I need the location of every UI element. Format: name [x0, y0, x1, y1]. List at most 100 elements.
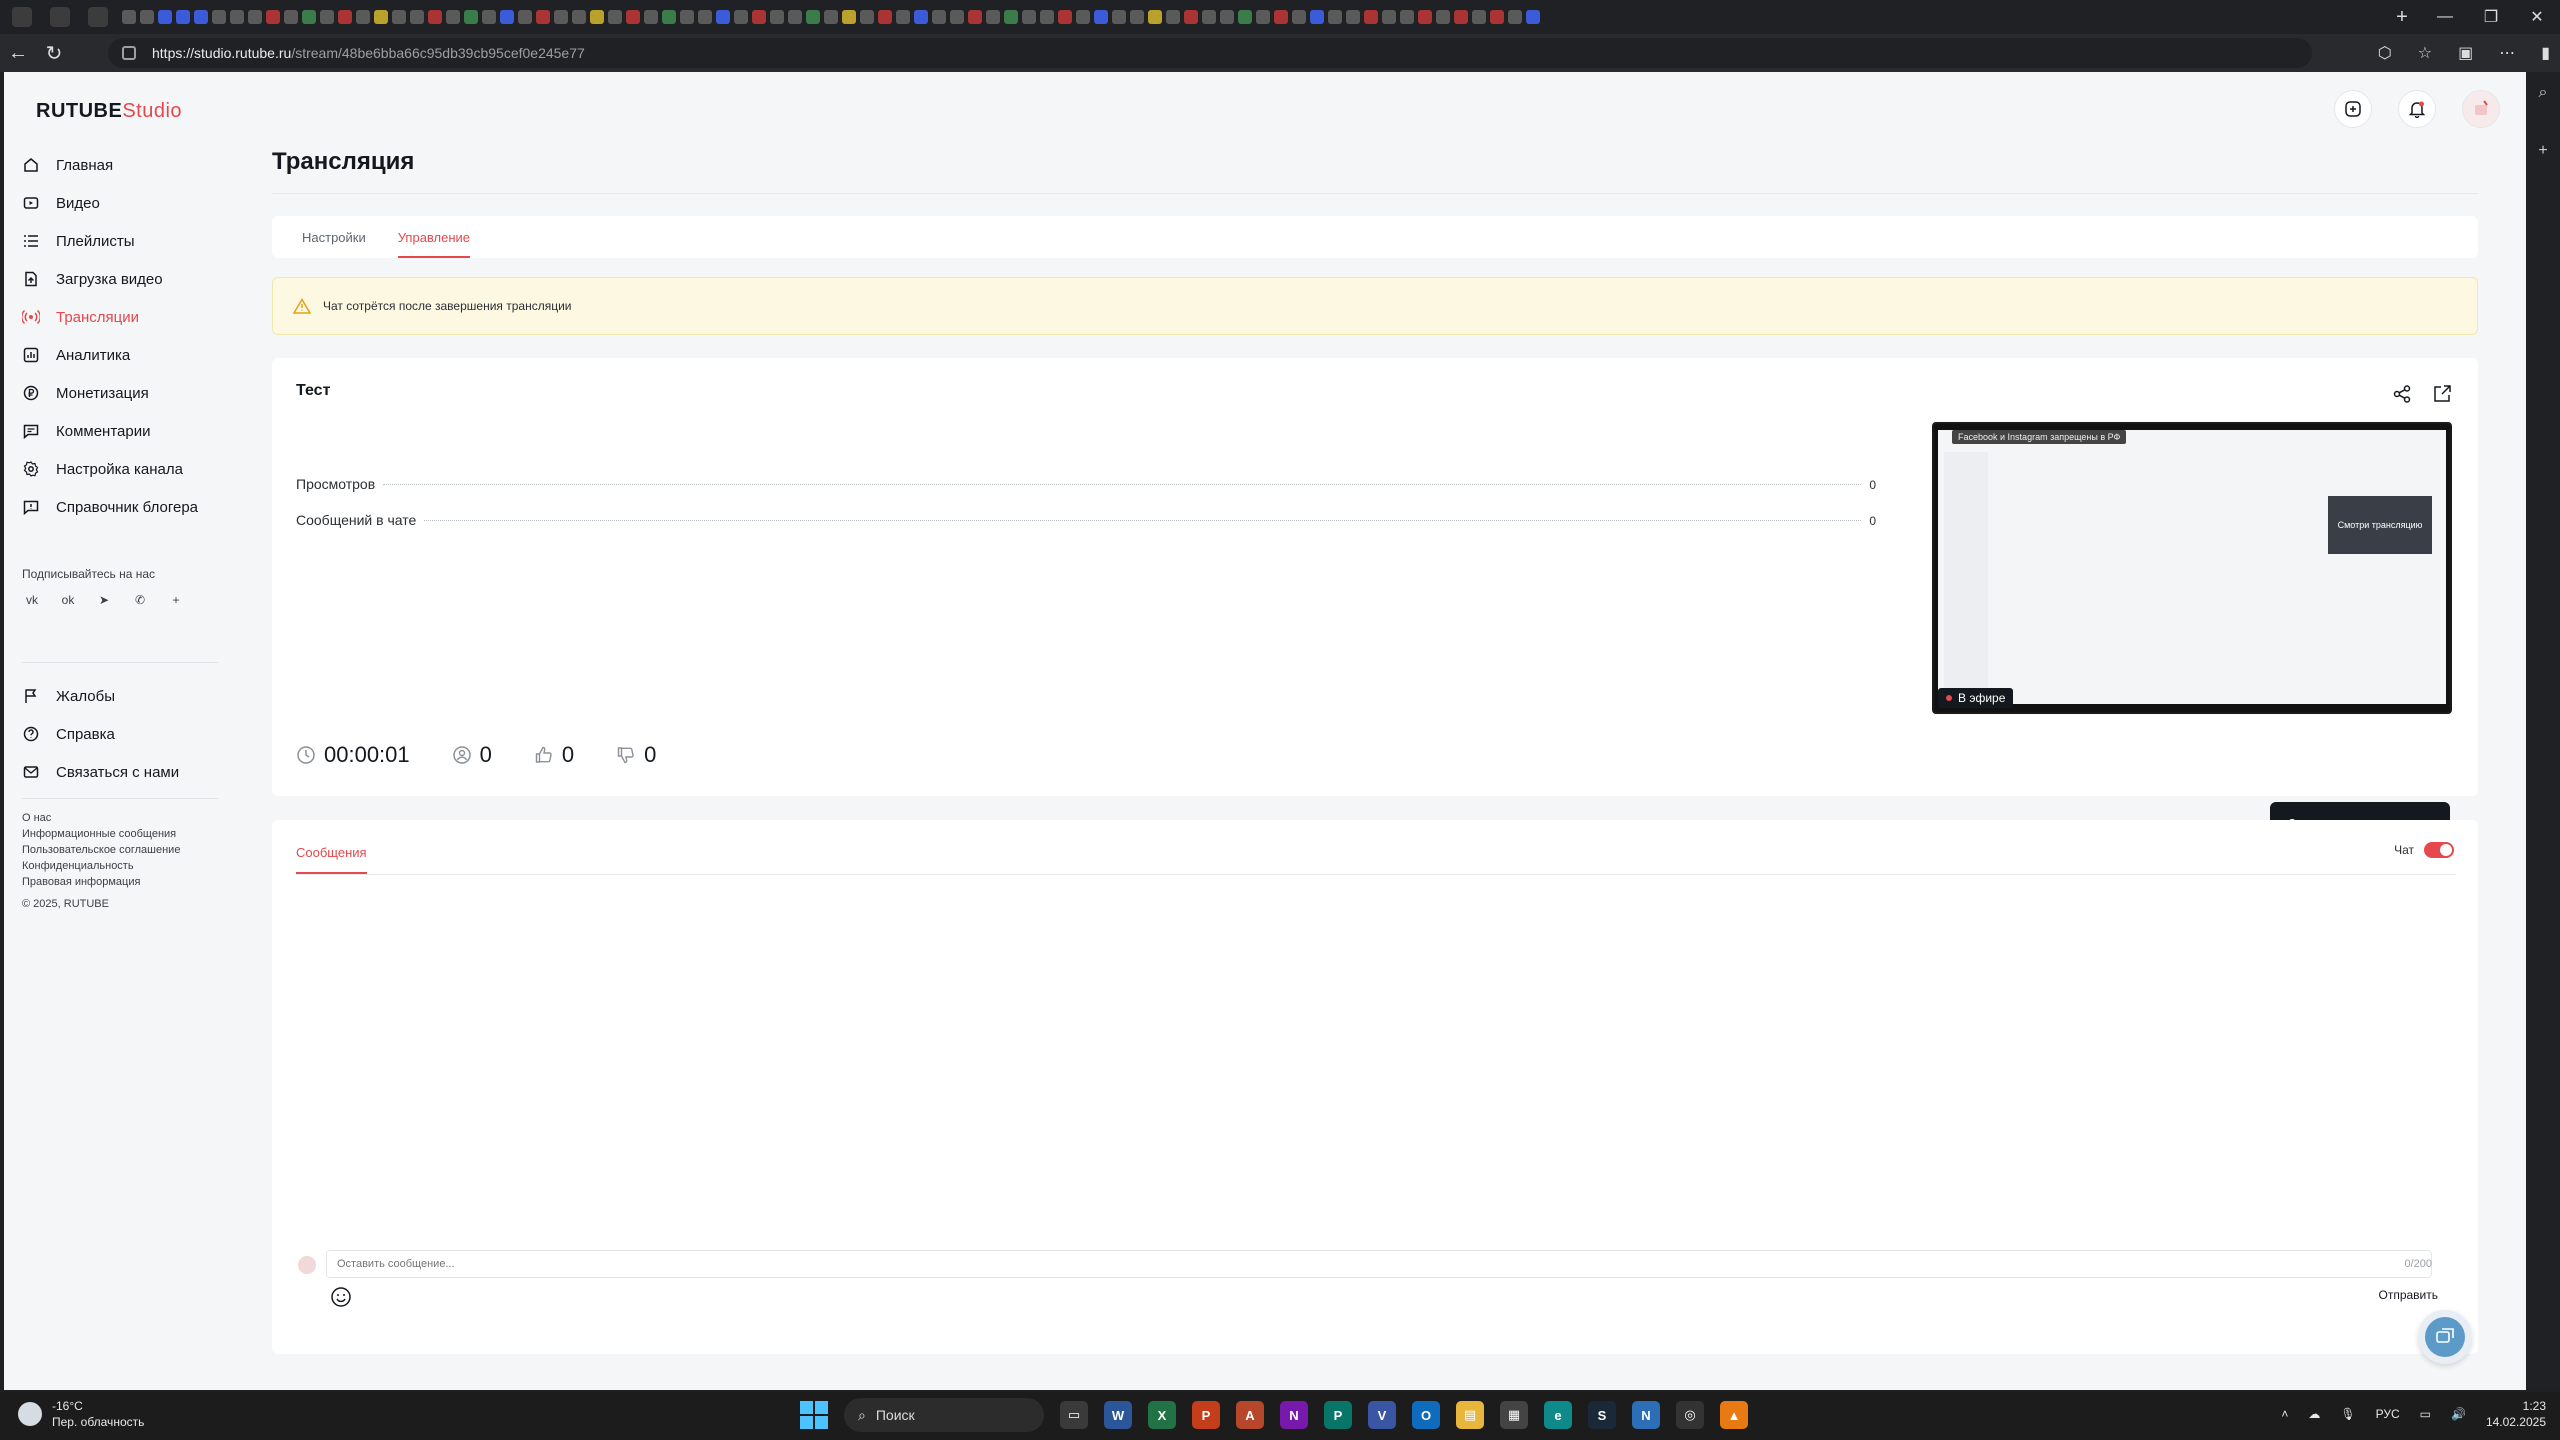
tab[interactable]	[1166, 10, 1180, 24]
tab[interactable]	[518, 10, 532, 24]
tab[interactable]	[554, 10, 568, 24]
tab[interactable]	[1490, 10, 1504, 24]
tab[interactable]	[734, 10, 748, 24]
word-icon[interactable]: W	[1104, 1401, 1132, 1429]
tab[interactable]	[842, 10, 856, 24]
tab[interactable]	[896, 10, 910, 24]
tab[interactable]	[914, 10, 928, 24]
sidebar-item-video[interactable]: Видео	[22, 184, 222, 222]
publisher-icon[interactable]: P	[1324, 1401, 1352, 1429]
sidebar-item-upload[interactable]: Загрузка видео	[22, 260, 222, 298]
tab[interactable]	[644, 10, 658, 24]
tab[interactable]	[1310, 10, 1324, 24]
tab[interactable]	[392, 10, 406, 24]
tab[interactable]	[464, 10, 478, 24]
stream-preview[interactable]: Смотри трансляцию Facebook и Instagram з…	[1932, 422, 2452, 714]
tab[interactable]	[482, 10, 496, 24]
weather-widget[interactable]: -16°C Пер. облачность	[18, 1398, 144, 1430]
open-external-button[interactable]	[2432, 384, 2452, 409]
tab[interactable]	[1238, 10, 1252, 24]
sidebar-item-channel-settings[interactable]: Настройка канала	[22, 450, 222, 488]
maximize-icon[interactable]: ❐	[2468, 0, 2514, 34]
tab[interactable]	[1058, 10, 1072, 24]
footer-link-terms[interactable]: Пользовательское соглашение	[22, 842, 180, 858]
tab[interactable]	[860, 10, 874, 24]
ok-icon[interactable]: ok	[58, 590, 78, 610]
tab[interactable]	[788, 10, 802, 24]
close-icon[interactable]: ✕	[2514, 0, 2560, 34]
workspaces-icon[interactable]	[50, 7, 70, 27]
edge-icon[interactable]: e	[1544, 1401, 1572, 1429]
tab[interactable]	[410, 10, 424, 24]
new-tab-icon[interactable]: +	[2382, 6, 2422, 29]
tab[interactable]	[752, 10, 766, 24]
tab[interactable]	[968, 10, 982, 24]
support-chat-button[interactable]	[2418, 1310, 2472, 1364]
tab[interactable]	[446, 10, 460, 24]
tab[interactable]	[932, 10, 946, 24]
onenote-icon[interactable]: N	[1280, 1401, 1308, 1429]
telegram-icon[interactable]: ➤	[94, 590, 114, 610]
tab[interactable]	[194, 10, 208, 24]
url-field[interactable]: https://studio.rutube.ru/stream/48be6bba…	[108, 38, 2312, 68]
vk-icon[interactable]: vk	[22, 590, 42, 610]
tab[interactable]	[1076, 10, 1090, 24]
sidebar-item-complaints[interactable]: Жалобы	[22, 677, 222, 715]
tab[interactable]	[1256, 10, 1270, 24]
send-button[interactable]: Отправить	[2378, 1288, 2438, 1302]
profile-icon[interactable]	[12, 7, 32, 27]
tab[interactable]	[1418, 10, 1432, 24]
tab[interactable]	[1400, 10, 1414, 24]
tab[interactable]	[986, 10, 1000, 24]
tab[interactable]	[662, 10, 676, 24]
tab[interactable]	[230, 10, 244, 24]
tab[interactable]	[176, 10, 190, 24]
tab[interactable]	[1526, 10, 1540, 24]
tab[interactable]	[1148, 10, 1162, 24]
tab[interactable]	[698, 10, 712, 24]
favorites-icon[interactable]: ☆	[2418, 43, 2432, 63]
tab[interactable]	[158, 10, 172, 24]
viber-icon[interactable]: ✆	[130, 590, 150, 610]
tab[interactable]	[1454, 10, 1468, 24]
tab[interactable]	[1022, 10, 1036, 24]
sidebar-item-help[interactable]: Справка	[22, 715, 222, 753]
store-icon[interactable]: ▦	[1500, 1401, 1528, 1429]
onedrive-icon[interactable]: ☁	[2308, 1407, 2320, 1421]
taskbar-search[interactable]: ⌕ Поиск	[844, 1398, 1044, 1432]
tab-messages[interactable]: Сообщения	[296, 830, 367, 874]
extensions-icon[interactable]: ⬡	[2378, 43, 2392, 63]
tab[interactable]	[716, 10, 730, 24]
volume-icon[interactable]: 🔊	[2451, 1407, 2466, 1421]
tab[interactable]	[1382, 10, 1396, 24]
mic-icon[interactable]: 🎙	[2340, 1407, 2355, 1421]
tab[interactable]	[1184, 10, 1198, 24]
add-icon[interactable]: +	[2538, 142, 2547, 160]
plus-icon[interactable]: +	[166, 590, 186, 610]
tab[interactable]	[572, 10, 586, 24]
tab[interactable]	[122, 10, 136, 24]
tab[interactable]	[1292, 10, 1306, 24]
sidebar-item-playlists[interactable]: Плейлисты	[22, 222, 222, 260]
tab[interactable]	[1346, 10, 1360, 24]
clock[interactable]: 1:23 14.02.2025	[2486, 1398, 2546, 1430]
tab[interactable]	[1274, 10, 1288, 24]
minimize-icon[interactable]: —	[2422, 0, 2468, 34]
sidebar-item-comments[interactable]: Комментарии	[22, 412, 222, 450]
tab[interactable]	[500, 10, 514, 24]
sidebar-item-contact[interactable]: Связаться с нами	[22, 753, 222, 791]
avatar[interactable]	[2462, 90, 2500, 128]
tab[interactable]	[374, 10, 388, 24]
footer-link-privacy[interactable]: Конфиденциальность	[22, 858, 180, 874]
tab[interactable]	[770, 10, 784, 24]
steam-icon[interactable]: S	[1588, 1401, 1616, 1429]
powerpoint-icon[interactable]: P	[1192, 1401, 1220, 1429]
tray-overflow-icon[interactable]: ˄	[2281, 1407, 2288, 1421]
tab[interactable]	[1130, 10, 1144, 24]
collections-icon[interactable]: ▣	[2458, 43, 2473, 63]
sidebar-item-analytics[interactable]: Аналитика	[22, 336, 222, 374]
outlook-icon[interactable]: O	[1412, 1401, 1440, 1429]
sidebar-item-broadcasts[interactable]: Трансляции	[22, 298, 222, 336]
tab[interactable]	[608, 10, 622, 24]
share-button[interactable]	[2392, 384, 2412, 409]
